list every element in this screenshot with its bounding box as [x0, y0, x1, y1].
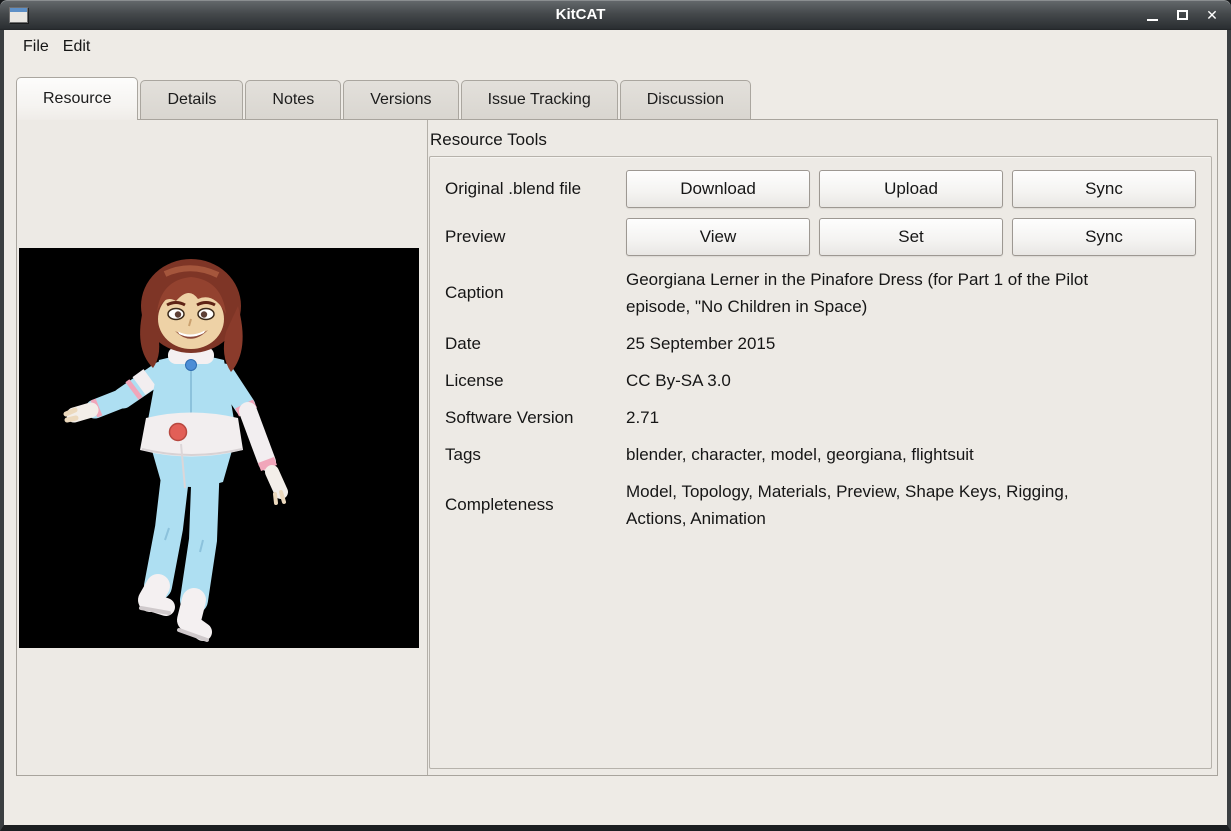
tab-details[interactable]: Details	[140, 80, 243, 119]
preview-label: Preview	[445, 227, 626, 247]
tags-label: Tags	[445, 445, 626, 465]
preview-actions: View Set Sync	[626, 218, 1196, 256]
completeness-label: Completeness	[445, 495, 626, 515]
tags-value: blender, character, model, georgiana, fl…	[626, 441, 1106, 468]
window-controls: ✕	[1141, 0, 1223, 30]
caption-label: Caption	[445, 283, 626, 303]
date-label: Date	[445, 334, 626, 354]
blend-file-label: Original .blend file	[445, 179, 626, 199]
title-bar[interactable]: KitCAT ✕	[0, 0, 1231, 30]
resource-tools-pane: Resource Tools Original .blend file Down…	[428, 120, 1217, 775]
tab-discussion[interactable]: Discussion	[620, 80, 751, 119]
software-version-label: Software Version	[445, 408, 626, 428]
app-window: KitCAT ✕ File Edit Resource Details Note…	[0, 0, 1231, 831]
set-button[interactable]: Set	[819, 218, 1003, 256]
window-title: KitCAT	[0, 0, 1161, 30]
sync-blend-button[interactable]: Sync	[1012, 170, 1196, 208]
tab-resource[interactable]: Resource	[16, 77, 138, 120]
menu-bar: File Edit	[4, 30, 1227, 63]
minimize-button[interactable]	[1141, 3, 1163, 27]
date-value: 25 September 2015	[626, 330, 1106, 357]
character-illustration	[19, 248, 419, 648]
close-icon: ✕	[1206, 7, 1218, 24]
completeness-value: Model, Topology, Materials, Preview, Sha…	[626, 478, 1106, 532]
upload-button[interactable]: Upload	[819, 170, 1003, 208]
preview-pane	[17, 120, 428, 775]
blend-file-actions: Download Upload Sync	[626, 170, 1196, 208]
window-body: File Edit Resource Details Notes Version…	[0, 30, 1231, 831]
license-value: CC By-SA 3.0	[626, 367, 1106, 394]
sync-preview-button[interactable]: Sync	[1012, 218, 1196, 256]
close-button[interactable]: ✕	[1201, 3, 1223, 27]
tab-strip: Resource Details Notes Versions Issue Tr…	[16, 76, 1227, 119]
maximize-button[interactable]	[1171, 3, 1193, 27]
view-button[interactable]: View	[626, 218, 810, 256]
resource-tab-panel: Resource Tools Original .blend file Down…	[16, 119, 1218, 776]
software-version-value: 2.71	[626, 404, 1106, 431]
menu-edit[interactable]: Edit	[56, 34, 98, 60]
license-label: License	[445, 371, 626, 391]
tab-notes[interactable]: Notes	[245, 80, 341, 119]
tab-issue-tracking[interactable]: Issue Tracking	[461, 80, 618, 119]
resource-tools-title: Resource Tools	[430, 128, 1212, 152]
tab-versions[interactable]: Versions	[343, 80, 458, 119]
character-preview-image	[19, 248, 419, 648]
menu-file[interactable]: File	[16, 34, 56, 60]
download-button[interactable]: Download	[626, 170, 810, 208]
caption-value: Georgiana Lerner in the Pinafore Dress (…	[626, 266, 1106, 320]
resource-tools-groupbox: Original .blend file Download Upload Syn…	[429, 156, 1212, 769]
minimize-icon	[1147, 19, 1158, 21]
maximize-icon	[1177, 10, 1188, 20]
